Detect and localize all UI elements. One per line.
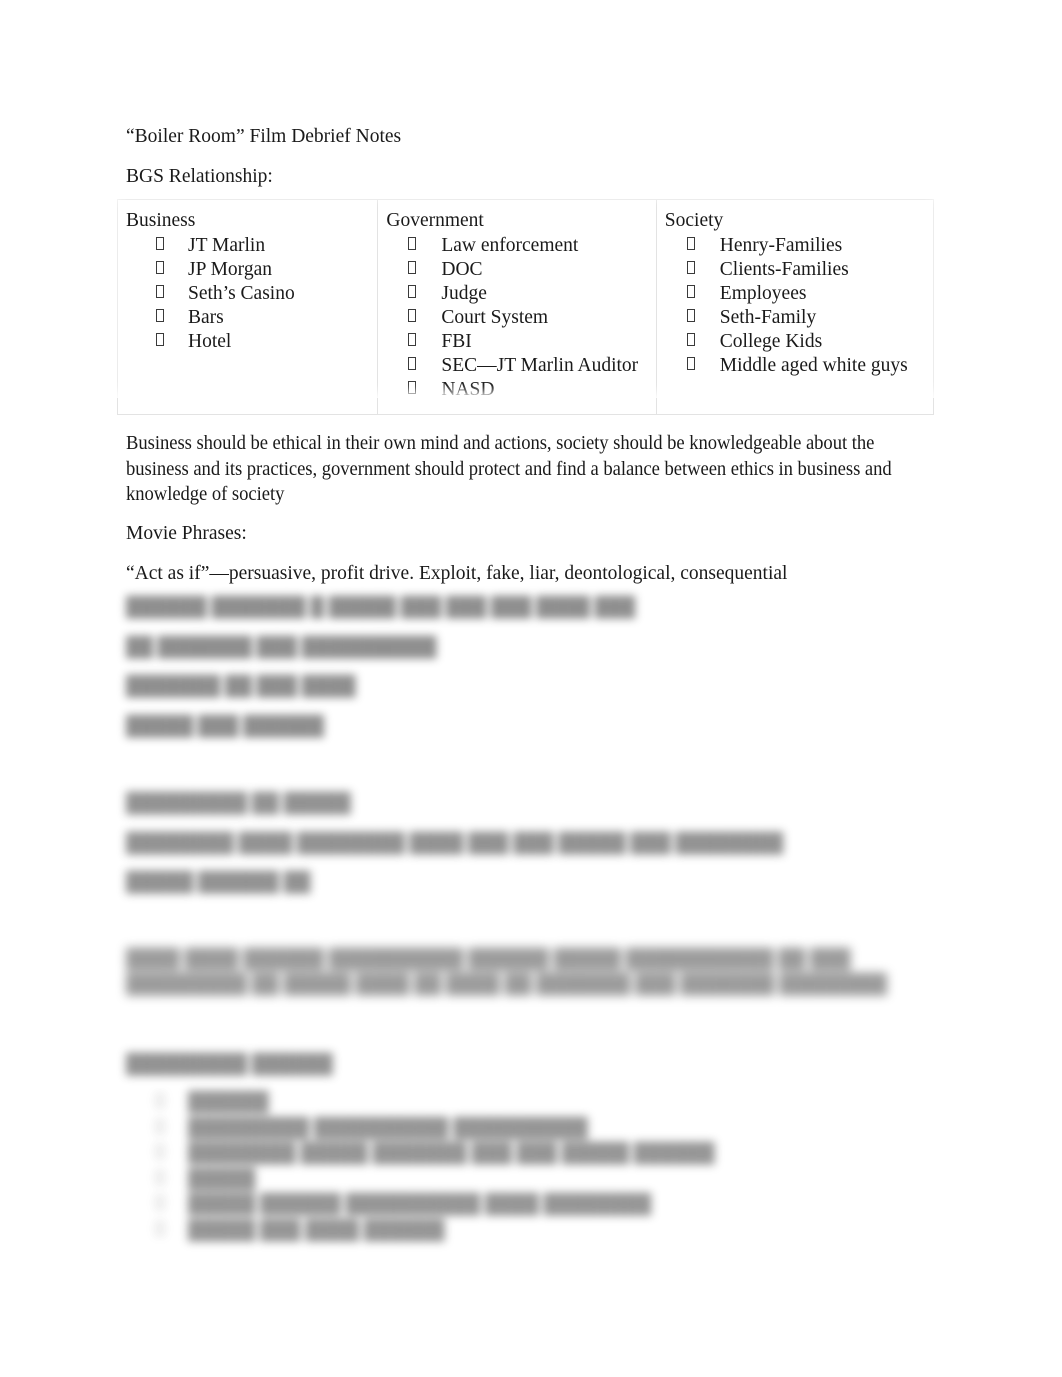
bullet-box-icon — [686, 309, 695, 322]
movie-phrase-act-as-if: “Act as if”—persuasive, profit drive. Ex… — [126, 563, 788, 584]
bullet-box-icon — [156, 261, 164, 274]
column-header-business: Business — [126, 210, 196, 231]
bullet-box-icon — [686, 333, 695, 346]
bullet-box-icon — [156, 309, 164, 322]
redacted-line: ██████ ███████ █ █████ ███ ███ ███ ████ … — [126, 597, 636, 618]
society-list: Henry-Families Clients-Families Employee… — [665, 234, 933, 378]
summary-paragraph: Business should be ethical in their own … — [126, 433, 892, 505]
list-item-label: ████████ █████ ███████ ███ ███ █████ ███… — [188, 1143, 715, 1164]
table-cell-business: Business JT Marlin JP Morgan Seth’s Casi… — [116, 199, 379, 415]
page-title: “Boiler Room” Film Debrief Notes — [126, 126, 402, 147]
table-row: Business JT Marlin JP Morgan Seth’s Casi… — [116, 199, 935, 415]
list-item-label: █████ ███ ████ ██████ — [188, 1219, 445, 1241]
government-list: Law enforcement DOC Judge Court System F… — [386, 234, 655, 402]
list-item: Judge — [386, 282, 655, 306]
bullet-box-icon — [408, 309, 417, 322]
bullet-box-icon — [408, 261, 417, 274]
business-list: JT Marlin JP Morgan Seth’s Casino Bars H… — [126, 234, 377, 354]
document-page: “Boiler Room” Film Debrief Notes BGS Rel… — [0, 0, 1062, 1377]
redacted-heading: █████████ ██████ — [126, 1054, 333, 1075]
list-item: Law enforcement — [386, 234, 655, 258]
bullet-box-icon — [156, 1119, 164, 1133]
list-item: College Kids — [665, 330, 933, 354]
bullet-box-icon — [156, 1196, 164, 1209]
list-item: SEC—JT Marlin Auditor — [386, 354, 655, 378]
bullet-box-icon — [408, 237, 417, 250]
redacted-line: █████ ███ ██████ — [126, 716, 324, 737]
list-item-label: █████ — [188, 1168, 256, 1190]
bullet-box-icon — [686, 261, 695, 274]
list-item: █████ — [126, 1167, 715, 1193]
bullet-box-icon — [686, 285, 695, 298]
list-item-label: ██████ — [188, 1092, 269, 1113]
list-item-label: Henry-Families — [719, 235, 843, 256]
list-item: FBI — [386, 330, 655, 354]
list-item-label: Judge — [441, 283, 487, 304]
bullet-box-icon — [408, 381, 417, 394]
list-item-label: Clients-Families — [719, 259, 849, 280]
list-item-label: JT Marlin — [188, 235, 266, 256]
bullet-box-icon — [408, 333, 417, 346]
redacted-line: █████████ ██ █████ — [126, 793, 351, 814]
list-item-label: █████████ ██████████ ██████████ — [188, 1117, 588, 1139]
list-item: Middle aged white guys — [665, 354, 933, 378]
list-item: ████████ █████ ███████ ███ ███ █████ ███… — [126, 1141, 715, 1167]
redacted-line: ████████ ████ ████████ ████ ███ ███ ████… — [126, 833, 784, 854]
bullet-box-icon — [156, 333, 164, 346]
list-item: Seth’s Casino — [126, 282, 377, 306]
list-item: Employees — [665, 282, 933, 306]
bullet-box-icon — [686, 237, 695, 250]
list-item-label: Court System — [441, 307, 549, 328]
bullet-box-icon — [156, 1094, 164, 1107]
list-item-label: Law enforcement — [441, 235, 579, 256]
list-item-label: JP Morgan — [188, 259, 272, 280]
redacted-line: ███████ ██ ███ ████ — [126, 676, 356, 697]
bullet-box-icon — [408, 285, 417, 298]
list-item-label: Bars — [188, 307, 224, 328]
list-item: █████████ ██████████ ██████████ — [126, 1116, 715, 1142]
bullet-box-icon — [686, 357, 695, 370]
section-label-bgs-relationship: BGS Relationship: — [126, 166, 273, 187]
redacted-paragraph: ████ ████ ██████ ██████████ ██████ █████… — [126, 949, 887, 995]
redacted-list: ██████ █████████ ██████████ ██████████ █… — [126, 1090, 715, 1243]
bullet-box-icon — [408, 357, 417, 370]
column-header-government: Government — [386, 210, 484, 231]
list-item: JP Morgan — [126, 258, 377, 282]
list-item: DOC — [386, 258, 655, 282]
redacted-line: ██ ███████ ███ ██████████ — [126, 637, 437, 658]
list-item: NASD — [386, 378, 655, 402]
redacted-line: █████ ██████ ██ — [126, 872, 311, 893]
bullet-box-icon — [156, 237, 164, 250]
list-item: ██████ — [126, 1090, 715, 1116]
list-item-label: DOC — [441, 259, 483, 280]
list-item: █████ ███ ████ ██████ — [126, 1218, 715, 1244]
list-item-label: NASD — [441, 379, 495, 400]
list-item-label: SEC—JT Marlin Auditor — [441, 355, 639, 376]
bgs-relationship-table: Business JT Marlin JP Morgan Seth’s Casi… — [116, 199, 935, 415]
list-item: Court System — [386, 306, 655, 330]
list-item: JT Marlin — [126, 234, 377, 258]
list-item-label: College Kids — [719, 331, 823, 352]
table-cell-society: Society Henry-Families Clients-Families — [655, 199, 935, 415]
table-cell-government: Government Law enforcement DOC Judge Cou… — [377, 199, 657, 415]
column-header-society: Society — [664, 210, 724, 231]
bullet-box-icon — [156, 1170, 164, 1184]
list-item: Henry-Families — [665, 234, 933, 258]
list-item-label: Employees — [719, 283, 807, 304]
list-item-label: █████ ██████ ██████████ ████ ████████ — [188, 1194, 652, 1215]
list-item-label: Seth-Family — [719, 307, 817, 328]
list-item: Seth-Family — [665, 306, 933, 330]
list-item: Hotel — [126, 330, 377, 354]
list-item: Clients-Families — [665, 258, 933, 282]
bullet-box-icon — [156, 1145, 164, 1158]
bullet-box-icon — [156, 285, 164, 298]
list-item-label: Hotel — [188, 331, 232, 352]
list-item-label: FBI — [441, 331, 472, 352]
list-item: Bars — [126, 306, 377, 330]
bullet-box-icon — [156, 1221, 164, 1235]
movie-phrases-heading: Movie Phrases: — [126, 523, 247, 544]
list-item-label: Seth’s Casino — [188, 283, 295, 304]
list-item-label: Middle aged white guys — [719, 355, 908, 376]
list-item: █████ ██████ ██████████ ████ ████████ — [126, 1192, 715, 1218]
